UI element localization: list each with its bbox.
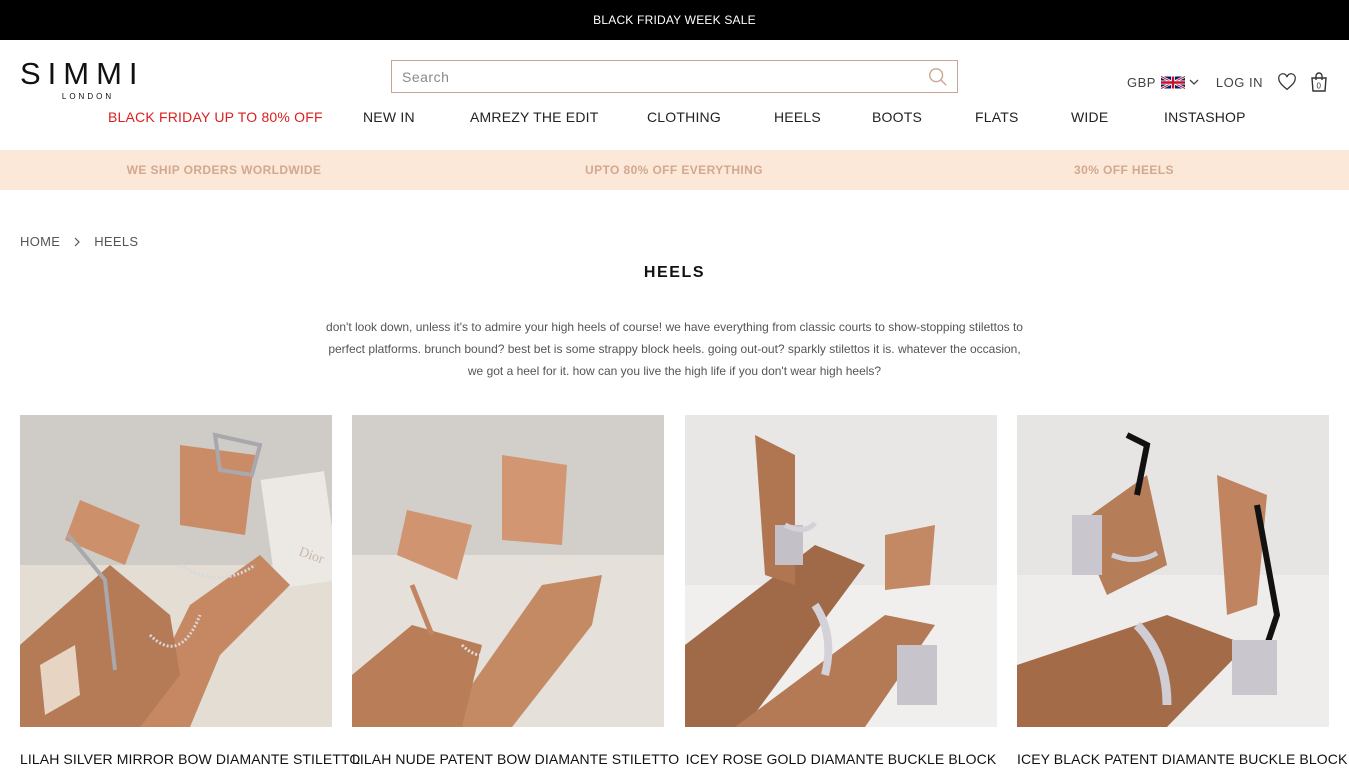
login-link[interactable]: LOG IN	[1216, 75, 1263, 90]
description-line: don't look down, unless it's to admire y…	[326, 320, 1023, 334]
product-image[interactable]	[685, 415, 997, 727]
wishlist-heart-icon[interactable]	[1277, 73, 1297, 91]
nav-item-heels[interactable]: HEELS	[774, 109, 821, 125]
promo-30-off-heels[interactable]: 30% OFF HEELS	[1074, 163, 1174, 177]
product-name[interactable]: ICEY BLACK PATENT DIAMANTE BUCKLE BLOCK	[1017, 751, 1347, 767]
nav-item-black-friday[interactable]: BLACK FRIDAY UP TO 80% OFF	[108, 109, 323, 125]
site-header: SIMMI LONDON GBP LOG IN	[0, 40, 1349, 150]
cart-count: 0	[1317, 82, 1322, 91]
breadcrumb-home[interactable]: HOME	[20, 234, 60, 249]
nav-item-amrezy-the-edit[interactable]: AMREZY THE EDIT	[470, 109, 599, 125]
logo-wordmark: SIMMI	[20, 56, 145, 91]
nav-item-clothing[interactable]: CLOTHING	[647, 109, 721, 125]
product-card[interactable]: ICEY ROSE GOLD DIAMANTE BUCKLE BLOCK	[685, 415, 997, 768]
product-name[interactable]: ICEY ROSE GOLD DIAMANTE BUCKLE BLOCK	[685, 751, 997, 767]
description-line: perfect platforms. brunch bound? best be…	[328, 342, 1021, 356]
product-card[interactable]: Dior LILAH SILVER MIRROR BOW DIAMANTE ST…	[20, 415, 360, 768]
promo-upto-80-off[interactable]: UPTO 80% OFF EVERYTHING	[585, 163, 763, 177]
main-navigation: BLACK FRIDAY UP TO 80% OFF NEW IN AMREZY…	[0, 109, 1349, 127]
category-description: don't look down, unless it's to admire y…	[304, 316, 1045, 382]
currency-label: GBP	[1126, 74, 1156, 90]
nav-item-wide[interactable]: WIDE	[1071, 109, 1108, 125]
announcement-bar[interactable]: BLACK FRIDAY WEEK SALE	[0, 0, 1349, 40]
announcement-text[interactable]: BLACK FRIDAY WEEK SALE	[593, 13, 756, 27]
header-utilities: GBP LOG IN 0	[1127, 72, 1329, 92]
breadcrumb-current[interactable]: HEELS	[94, 234, 138, 249]
nav-item-new-in[interactable]: NEW IN	[363, 109, 415, 125]
chevron-down-icon	[1189, 79, 1199, 85]
currency-selector[interactable]: GBP	[1127, 75, 1200, 90]
product-card[interactable]: LILAH NUDE PATENT BOW DIAMANTE STILETTO	[352, 415, 679, 768]
logo-subtitle: LONDON	[61, 92, 115, 101]
product-name[interactable]: LILAH NUDE PATENT BOW DIAMANTE STILETTO	[352, 751, 679, 767]
search-icon[interactable]	[927, 66, 949, 88]
search-bar	[391, 60, 958, 93]
product-grid: Dior LILAH SILVER MIRROR BOW DIAMANTE ST…	[20, 415, 1347, 768]
product-card[interactable]: ICEY BLACK PATENT DIAMANTE BUCKLE BLOCK	[1017, 415, 1347, 768]
promo-strip: WE SHIP ORDERS WORLDWIDE UPTO 80% OFF EV…	[0, 150, 1349, 190]
chevron-right-icon	[74, 237, 81, 246]
uk-flag-icon	[1160, 74, 1185, 90]
description-line: we got a heel for it. how can you live t…	[467, 364, 882, 378]
search-input[interactable]	[392, 61, 912, 92]
product-image[interactable]	[1017, 415, 1329, 727]
product-image[interactable]	[352, 415, 664, 727]
product-name[interactable]: LILAH SILVER MIRROR BOW DIAMANTE STILETT…	[20, 751, 360, 767]
promo-worldwide-shipping[interactable]: WE SHIP ORDERS WORLDWIDE	[127, 163, 322, 177]
nav-item-flats[interactable]: FLATS	[975, 109, 1019, 125]
page-title: HEELS	[643, 264, 706, 281]
shopping-bag-icon[interactable]: 0	[1309, 72, 1329, 92]
nav-item-instashop[interactable]: INSTASHOP	[1164, 109, 1246, 125]
product-image[interactable]: Dior	[20, 415, 332, 727]
breadcrumb: HOME HEELS	[20, 234, 138, 249]
brand-logo[interactable]: SIMMI LONDON	[20, 56, 152, 102]
nav-item-boots[interactable]: BOOTS	[872, 109, 922, 125]
